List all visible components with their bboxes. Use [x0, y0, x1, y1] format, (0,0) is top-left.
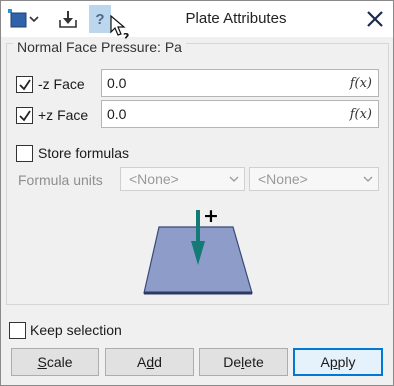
apply-button[interactable]: Ap ply — [293, 348, 383, 376]
pos-z-face-input[interactable]: 0.0 f(x) — [101, 100, 379, 128]
apply-mnemonic: p — [329, 354, 338, 370]
formula-units-label: Formula units — [18, 172, 103, 188]
download-icon — [59, 11, 77, 28]
store-formulas-label: Store formulas — [38, 145, 130, 161]
checkmark-icon — [18, 79, 31, 90]
neg-z-face-fx-button[interactable]: f(x) — [350, 76, 372, 91]
pos-z-face-value: 0.0 — [107, 106, 127, 122]
formula-units-value-2: <None> — [258, 171, 308, 187]
keep-selection-label: Keep selection — [30, 322, 122, 338]
apply-label-first: A — [320, 354, 330, 370]
help-button[interactable]: ? — [89, 5, 111, 33]
help-label: ? — [95, 10, 105, 28]
keep-selection-checkbox[interactable] — [9, 322, 26, 339]
pos-z-face-fx-button[interactable]: f(x) — [350, 107, 372, 122]
formula-units-select-1[interactable]: <None> — [120, 167, 245, 191]
neg-z-face-label: -z Face — [38, 76, 85, 92]
save-defaults-button[interactable] — [53, 5, 83, 33]
scale-button[interactable]: Scale — [11, 348, 99, 376]
neg-z-face-checkbox[interactable] — [16, 76, 33, 93]
color-dropdown-button[interactable] — [5, 5, 47, 33]
add-mnemonic: d — [146, 354, 155, 370]
neg-z-face-input[interactable]: 0.0 f(x) — [101, 69, 379, 97]
add-label-first: A — [137, 354, 147, 370]
plate-attributes-dialog: ? ? Plate Attributes Normal Face Pressur… — [0, 0, 394, 386]
positive-sign: + — [203, 205, 219, 227]
close-icon — [367, 11, 383, 27]
group-title: Normal Face Pressure: Pa — [13, 39, 186, 55]
store-formulas-checkbox[interactable] — [16, 145, 33, 162]
plate-pressure-diagram: + — [143, 205, 253, 295]
neg-z-face-value: 0.0 — [107, 75, 127, 91]
add-label-rest: d — [154, 354, 162, 370]
window-title: Plate Attributes — [185, 10, 287, 27]
scale-label-rest: cale — [46, 354, 73, 370]
delete-button[interactable]: De l ete — [199, 348, 288, 376]
scale-mnemonic: S — [37, 354, 47, 370]
close-button[interactable] — [363, 7, 387, 31]
apply-label-rest: ply — [337, 354, 356, 370]
title-bar: ? ? Plate Attributes — [1, 1, 393, 44]
chevron-down-icon — [363, 176, 373, 182]
delete-label-rest: ete — [244, 354, 264, 370]
formula-units-value-1: <None> — [129, 171, 179, 187]
add-button[interactable]: Add — [105, 348, 194, 376]
pos-z-face-checkbox[interactable] — [16, 107, 33, 124]
delete-label-first: De — [223, 354, 242, 370]
chevron-down-icon — [229, 176, 239, 182]
color-swatch-icon — [8, 9, 39, 28]
formula-units-select-2[interactable]: <None> — [249, 167, 379, 191]
pos-z-face-label: +z Face — [38, 107, 89, 123]
checkmark-icon — [18, 110, 31, 121]
